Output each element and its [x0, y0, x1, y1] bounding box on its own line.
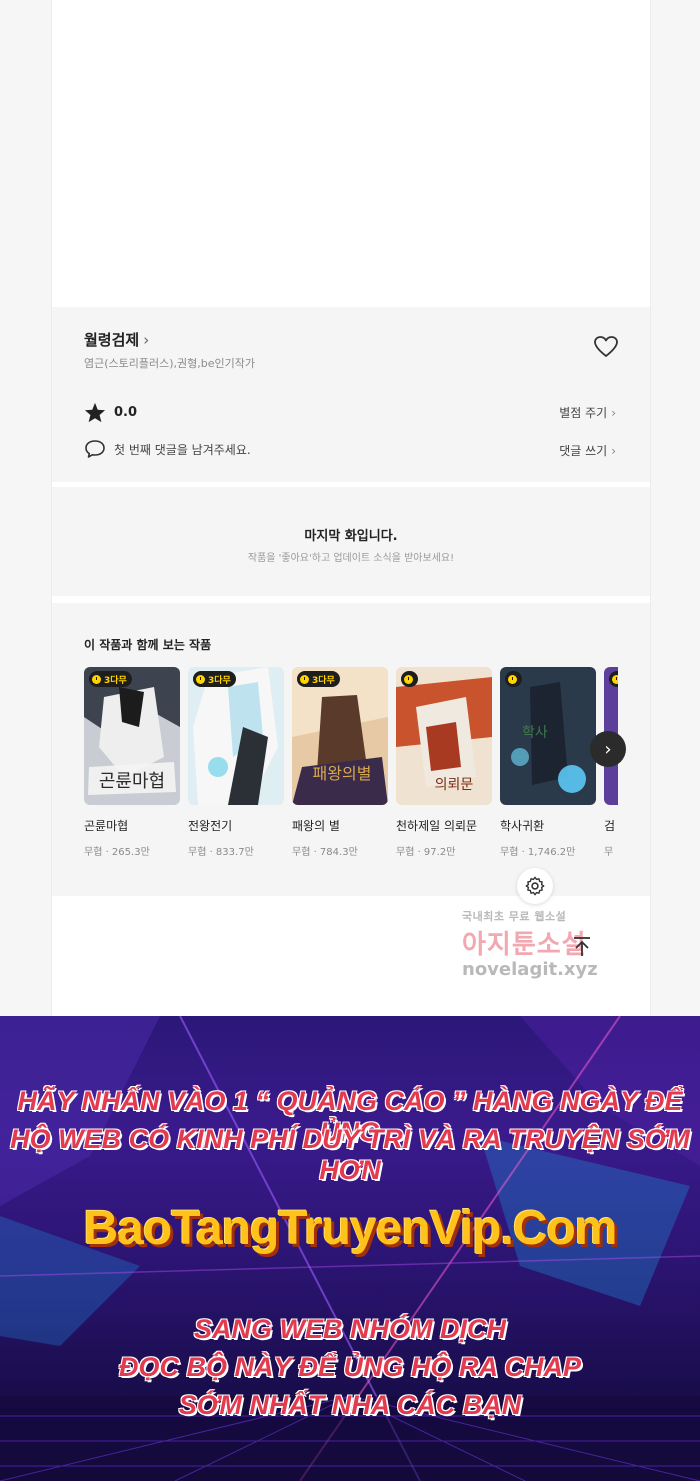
recommendation-meta: 무 — [604, 847, 614, 858]
recommendation-meta: 무협 · 265.3만 — [84, 847, 150, 858]
free-badge: 3다무 — [193, 671, 236, 687]
clock-icon — [404, 674, 413, 684]
free-badge — [609, 671, 618, 687]
series-authors: 염근(스토리플러스),권형,be인기작가 — [84, 357, 256, 370]
heart-icon[interactable] — [593, 335, 619, 359]
svg-text:의뢰문: 의뢰문 — [435, 777, 474, 793]
rating-value: 0.0 — [114, 405, 138, 420]
cover-thumbnail: 3다무 — [188, 667, 284, 805]
arrow-up-icon[interactable] — [567, 932, 597, 962]
promo-banner: HÃY NHẤN VÀO 1 “ QUẢNG CÁO ” HÀNG NGÀY Đ… — [0, 1016, 700, 1481]
free-badge: 3다무 — [89, 671, 132, 687]
series-title: 월령검제 — [84, 331, 140, 349]
chevron-right-icon: › — [611, 406, 616, 420]
svg-text:패왕의별: 패왕의별 — [313, 764, 372, 783]
star-icon — [84, 402, 106, 423]
recommendation-card[interactable]: 3다무 전왕전기 무협 · 833.7만 — [188, 667, 284, 858]
clock-icon — [508, 674, 517, 684]
series-title-link[interactable]: 월령검제 › — [84, 329, 149, 350]
banner-line-5: SỚM NHẤT NHA CÁC BẠN — [178, 1390, 522, 1420]
recommendation-card[interactable]: 곤륜마협 3다무 곤륜마협 무협 · 265.3만 — [84, 667, 180, 858]
cover-thumbnail: 학사 — [500, 667, 596, 805]
clock-icon — [300, 674, 309, 684]
recommendation-title: 전왕전기 — [188, 819, 233, 833]
cover-thumbnail: 의뢰문 — [396, 667, 492, 805]
banner-line-4: ĐỌC BỘ NÀY ĐỂ ỦNG HỘ RA CHAP — [118, 1352, 582, 1382]
recommendation-title: 검 — [604, 819, 616, 833]
cover-thumbnail: 곤륜마협 3다무 — [84, 667, 180, 805]
cover-thumbnail: 패왕의별 3다무 — [292, 667, 388, 805]
series-info: 월령검제 › 염근(스토리플러스),권형,be인기작가 0.0 별점 주기 › 첫… — [52, 307, 650, 482]
last-episode-subtitle: 작품을 '좋아요'하고 업데이트 소식을 받아보세요! — [247, 553, 455, 564]
clock-icon — [612, 674, 618, 684]
comment-prompt[interactable]: 첫 번째 댓글을 남겨주세요. — [84, 439, 251, 459]
recommendation-title: 곤륜마협 — [84, 819, 129, 833]
write-comment-button[interactable]: 댓글 쓰기 › — [559, 442, 616, 459]
rate-label: 별점 주기 — [559, 406, 608, 420]
recommendation-meta: 무협 · 784.3만 — [292, 847, 358, 858]
recommendation-card[interactable]: 패왕의별 3다무 패왕의 별 무협 · 784.3만 — [292, 667, 388, 858]
last-episode-title: 마지막 화입니다. — [304, 529, 398, 544]
content-panel: 월령검제 › 염근(스토리플러스),권형,be인기작가 0.0 별점 주기 › 첫… — [51, 0, 651, 1016]
chevron-right-icon: › — [143, 330, 150, 349]
recommendation-meta: 무협 · 833.7만 — [188, 847, 254, 858]
svg-text:학사: 학사 — [522, 725, 548, 741]
recommendation-card[interactable]: 학사 학사귀환 무협 · 1,746.2만 — [500, 667, 596, 858]
svg-text:곤륜마협: 곤륜마협 — [99, 771, 165, 792]
recommendation-card[interactable]: 의뢰문 천하제일 의뢰문 무협 · 97.2만 — [396, 667, 492, 858]
last-episode-notice: 마지막 화입니다. 작품을 '좋아요'하고 업데이트 소식을 받아보세요! — [52, 487, 650, 596]
banner-line-2: HỘ WEB CÓ KINH PHÍ DUY TRÌ VÀ RA TRUYỆN … — [10, 1124, 690, 1185]
watermark-brand: 아지툰소설 — [462, 930, 587, 960]
chevron-right-icon: › — [611, 444, 616, 458]
next-arrow-icon[interactable]: › — [590, 731, 626, 767]
banner-site-name[interactable]: BaoTangTruyenVip.Com — [0, 1201, 700, 1256]
free-badge — [401, 671, 418, 687]
rating-display: 0.0 — [84, 402, 137, 423]
clock-icon — [92, 674, 101, 684]
clock-icon — [196, 674, 205, 684]
rate-button[interactable]: 별점 주기 › — [559, 404, 616, 421]
watermark-tagline: 국내최초 무료 웹소설 — [462, 910, 567, 923]
recommendations: 이 작품과 함께 보는 작품 곤륜마협 3다무 곤륜마협 무협 · 265.3만… — [52, 603, 650, 896]
recommendation-title: 패왕의 별 — [292, 819, 340, 833]
recommendation-strip[interactable]: 곤륜마협 3다무 곤륜마협 무협 · 265.3만 3다무 전왕전기 무협 · … — [84, 667, 618, 867]
banner-line-3: SANG WEB NHÓM DỊCH — [194, 1314, 506, 1344]
recommendation-meta: 무협 · 1,746.2만 — [500, 847, 576, 858]
free-badge: 3다무 — [297, 671, 340, 687]
recommendation-title: 천하제일 의뢰문 — [396, 819, 478, 833]
free-badge — [505, 671, 522, 687]
gear-icon[interactable] — [517, 868, 553, 904]
watermark-url: novelagit.xyz — [462, 959, 598, 980]
watermark: 국내최초 무료 웹소설 아지툰소설 novelagit.xyz — [462, 908, 632, 980]
recommendation-title: 학사귀환 — [500, 819, 545, 833]
write-comment-label: 댓글 쓰기 — [559, 444, 608, 458]
recommendation-meta: 무협 · 97.2만 — [396, 847, 456, 858]
comment-prompt-text: 첫 번째 댓글을 남겨주세요. — [114, 442, 251, 457]
speech-bubble-icon — [85, 440, 105, 458]
recommendations-heading: 이 작품과 함께 보는 작품 — [84, 638, 212, 652]
webtoon-page: 월령검제 › 염근(스토리플러스),권형,be인기작가 0.0 별점 주기 › 첫… — [0, 0, 700, 1016]
